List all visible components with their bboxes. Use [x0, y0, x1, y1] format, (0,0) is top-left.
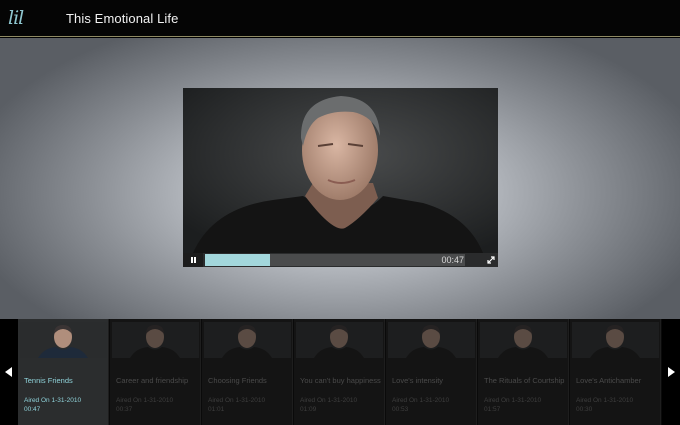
episode-image: [572, 322, 659, 358]
video-frame[interactable]: [183, 88, 498, 253]
pause-icon[interactable]: [183, 253, 203, 267]
episode-image: [112, 322, 199, 358]
progress-fill: [205, 254, 270, 266]
top-bar: lil This Emotional Life: [0, 0, 680, 37]
episode-list: Tennis Friends Aired On 1-31-2010 00:47 Car…: [18, 319, 662, 425]
episode-aired-date: Aired On 1-31-2010: [392, 397, 450, 404]
episode-thumbnail[interactable]: You can't buy happiness Aired On 1-31-201…: [294, 319, 385, 425]
episode-strip: Tennis Friends Aired On 1-31-2010 00:47 Car…: [0, 319, 680, 425]
fullscreen-icon[interactable]: [484, 253, 498, 267]
episode-title: Love's intensity: [392, 376, 444, 385]
episode-image: [480, 322, 567, 358]
episode-aired-date: Aired On 1-31-2010: [300, 397, 358, 404]
episode-thumbnail[interactable]: Tennis Friends Aired On 1-31-2010 00:47: [18, 319, 109, 425]
episode-aired-date: Aired On 1-31-2010: [576, 397, 634, 404]
episode-aired-date: Aired On 1-31-2010: [24, 397, 82, 404]
episode-aired-date: Aired On 1-31-2010: [116, 397, 174, 404]
episode-aired-date: Aired On 1-31-2010: [208, 397, 266, 404]
episode-thumbnail[interactable]: Love's Antichamber Aired On 1-31-2010 00:3…: [570, 319, 661, 425]
site-logo[interactable]: lil: [8, 6, 34, 30]
episode-image: [20, 322, 107, 358]
arrow-left-icon[interactable]: [0, 319, 18, 425]
episode-thumbnail[interactable]: The Rituals of Courtship Aired On 1-31-20…: [478, 319, 569, 425]
episode-title: The Rituals of Courtship: [484, 376, 565, 385]
episode-title: Love's Antichamber: [576, 376, 642, 385]
episode-duration: 01:01: [208, 406, 225, 413]
player-controls: 00:47: [183, 253, 498, 267]
episode-thumbnail[interactable]: Career and friendship Aired On 1-31-2010 0…: [110, 319, 201, 425]
episode-duration: 01:09: [300, 406, 317, 413]
video-player[interactable]: 00:47: [183, 88, 498, 267]
progress-bar[interactable]: [205, 254, 465, 266]
episode-title: You can't buy happiness: [300, 376, 381, 385]
episode-thumbnail[interactable]: Choosing Friends Aired On 1-31-2010 01:01: [202, 319, 293, 425]
episode-thumbnail[interactable]: Love's intensity Aired On 1-31-2010 00:53: [386, 319, 477, 425]
arrow-right-icon[interactable]: [662, 319, 680, 425]
episode-title: Career and friendship: [116, 376, 189, 385]
episode-duration: 00:47: [24, 406, 41, 413]
episode-image: [388, 322, 475, 358]
episode-image: [204, 322, 291, 358]
episode-title: Choosing Friends: [208, 376, 267, 385]
episode-duration: 00:53: [392, 406, 409, 413]
time-display: 00:47: [441, 255, 464, 265]
episode-title: Tennis Friends: [24, 376, 73, 385]
episode-aired-date: Aired On 1-31-2010: [484, 397, 542, 404]
episode-duration: 00:30: [576, 406, 593, 413]
episode-duration: 00:37: [116, 406, 133, 413]
episode-image: [296, 322, 383, 358]
page-title: This Emotional Life: [66, 11, 179, 26]
episode-duration: 01:57: [484, 406, 501, 413]
